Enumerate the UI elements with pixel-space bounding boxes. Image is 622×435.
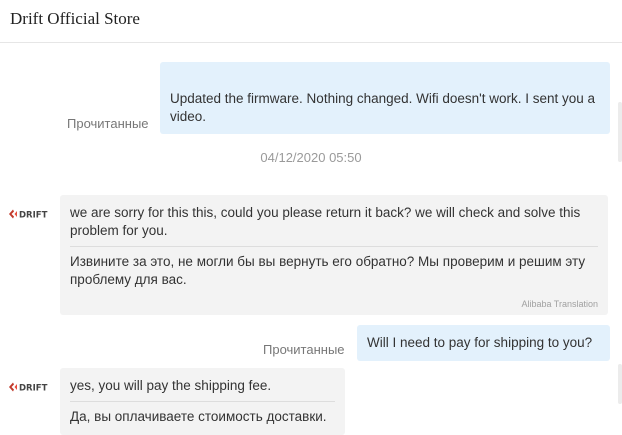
translation-divider [70, 246, 598, 247]
translated-text: Извините за это, не могли бы вы вернуть … [70, 254, 586, 287]
chat-header: Drift Official Store [0, 0, 622, 43]
message-text: Updated the firmware. Nothing changed. W… [170, 91, 596, 124]
drift-logo-text: DRIFT [19, 211, 48, 221]
translated-text: Да, вы оплачиваете стоимость доставки. [70, 409, 327, 424]
translation-divider [70, 401, 335, 402]
incoming-message-bubble[interactable]: we are sorry for this this, could you pl… [60, 195, 608, 315]
message-timestamp: 04/12/2020 05:50 [260, 150, 362, 165]
drift-logo-icon: DRIFT [9, 382, 48, 394]
outgoing-message-bubble[interactable]: Will I need to pay for shipping to you? [357, 325, 610, 361]
drift-logo-text: DRIFT [19, 384, 48, 394]
message-text: Will I need to pay for shipping to you? [367, 335, 593, 350]
read-status: Прочитанные [263, 342, 345, 357]
translation-credit: Alibaba Translation [521, 299, 598, 309]
incoming-message-bubble[interactable]: yes, you will pay the shipping fee. Да, … [60, 368, 345, 435]
drift-logo-icon: DRIFT [9, 209, 48, 221]
message-list[interactable]: Прочитанные Updated the firmware. Nothin… [0, 44, 622, 435]
message-text: yes, you will pay the shipping fee. [70, 378, 272, 393]
scrollbar-lower[interactable] [618, 364, 622, 404]
outgoing-message-bubble[interactable]: Updated the firmware. Nothing changed. W… [160, 62, 610, 134]
store-title: Drift Official Store [10, 9, 140, 28]
message-text: we are sorry for this this, could you pl… [70, 205, 581, 238]
read-status: Прочитанные [67, 116, 149, 131]
